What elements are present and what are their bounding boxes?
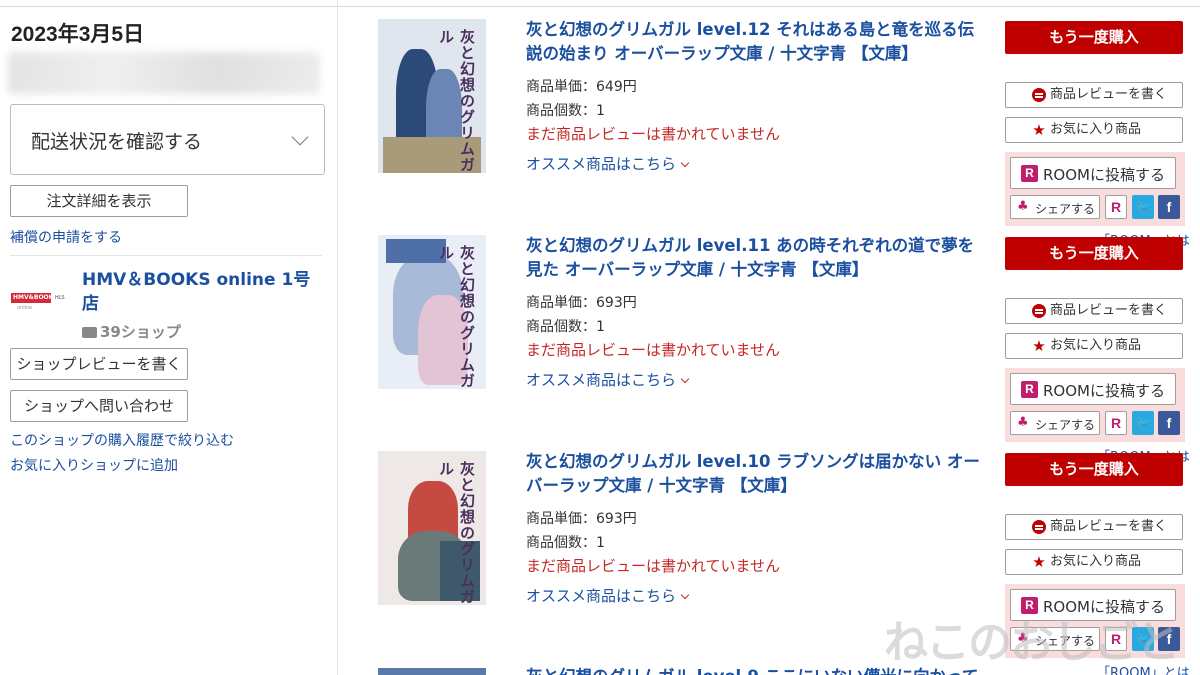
shipping-status-dropdown[interactable]: 配送状況を確認する — [10, 104, 325, 175]
book-cover[interactable]: 灰と幻想のグリムガル — [378, 235, 486, 389]
write-review-button[interactable]: 商品レビューを書く — [1005, 514, 1183, 540]
quantity: 商品個数：1 — [526, 319, 605, 335]
cover-title: 灰と幻想のグリムガル — [437, 245, 476, 389]
chevron-down-icon — [680, 374, 690, 384]
book-cover-partial[interactable] — [378, 668, 486, 675]
truck-icon — [82, 327, 97, 338]
room-post-button[interactable]: R ROOMに投稿する — [1010, 157, 1176, 189]
chevron-down-icon — [291, 128, 309, 146]
compensation-link[interactable]: 補償の申請をする — [10, 227, 122, 247]
speech-bubble-icon — [1032, 520, 1046, 534]
shop-stat: 39ショップ — [82, 321, 181, 342]
write-review-label: 商品レビューを書く — [1050, 87, 1168, 102]
share-label: シェアする — [1035, 202, 1096, 216]
room-icon: R — [1021, 381, 1038, 398]
room-post-button[interactable]: R ROOMに投稿する — [1010, 373, 1176, 405]
write-review-label: 商品レビューを書く — [1050, 303, 1168, 318]
facebook-icon[interactable]: f — [1158, 195, 1180, 219]
write-review-button[interactable]: 商品レビューを書く — [1005, 298, 1183, 324]
recommend-link[interactable]: オススメ商品はこちら — [526, 153, 690, 174]
room-post-label: ROOMに投稿する — [1043, 166, 1165, 184]
twitter-icon[interactable]: 🐦 — [1132, 195, 1154, 219]
cover-title: 灰と幻想のグリムガル — [437, 29, 476, 173]
share-button[interactable]: ♣ シェアする — [1010, 411, 1100, 435]
site-watermark: ねこのおしごと — [884, 617, 1180, 668]
room-share-icon[interactable]: R — [1105, 195, 1127, 219]
star-icon: ★ — [1032, 337, 1046, 355]
favorite-item-label: お気に入り商品 — [1050, 338, 1142, 353]
shop-name-link[interactable]: HMV＆BOOKS online 1号店 — [82, 268, 312, 316]
recommend-link[interactable]: オススメ商品はこちら — [526, 585, 690, 606]
write-review-button[interactable]: 商品レビューを書く — [1005, 82, 1183, 108]
share-label: シェアする — [1035, 418, 1096, 432]
write-review-label: 商品レビューを書く — [1050, 519, 1168, 534]
order-date: 2023年3月5日 — [11, 23, 145, 46]
shop-logo-sub: online — [17, 305, 33, 311]
room-post-label: ROOMに投稿する — [1043, 382, 1165, 400]
unit-price: 商品単価：649円 — [526, 79, 637, 95]
no-review-notice: まだ商品レビューは書かれていません — [526, 557, 781, 575]
add-favorite-shop-link[interactable]: お気に入りショップに追加 — [10, 455, 178, 475]
order-sidebar: 2023年3月5日 配送状況を確認する 注文詳細を表示 補償の申請をする HMV… — [0, 0, 338, 675]
quantity: 商品個数：1 — [526, 103, 605, 119]
share-people-icon: ♣ — [1017, 199, 1029, 214]
shop-stat-text: 39ショップ — [100, 323, 181, 341]
favorite-item-button[interactable]: ★ お気に入り商品 — [1005, 333, 1183, 359]
item-title-link[interactable]: 灰と幻想のグリムガル level.10 ラブソングは届かない オーバーラップ文庫… — [526, 450, 988, 498]
speech-bubble-icon — [1032, 304, 1046, 318]
shop-contact-button[interactable]: ショップへ問い合わせ — [10, 390, 188, 422]
recommend-label: オススメ商品はこちら — [526, 155, 677, 173]
chevron-down-icon — [680, 158, 690, 168]
share-button[interactable]: ♣ シェアする — [1010, 195, 1100, 219]
rebuy-button[interactable]: もう一度購入 — [1005, 21, 1183, 54]
order-item: 灰と幻想のグリムガル 灰と幻想のグリムガル level.11 あの時それぞれの道… — [378, 234, 1190, 465]
item-title-link[interactable]: 灰と幻想のグリムガル level.12 それはある島と竜を巡る伝説の始まり オー… — [526, 18, 988, 66]
room-share-icon[interactable]: R — [1105, 411, 1127, 435]
twitter-icon[interactable]: 🐦 — [1132, 411, 1154, 435]
chevron-down-icon — [680, 590, 690, 600]
recommend-link[interactable]: オススメ商品はこちら — [526, 369, 690, 390]
room-panel: R ROOMに投稿する ♣ シェアする R 🐦 f — [1005, 368, 1185, 442]
cover-title: 灰と幻想のグリムガル — [437, 461, 476, 605]
order-item: 灰と幻想のグリムガル 灰と幻想のグリムガル level.12 それはある島と竜を… — [378, 18, 1190, 249]
order-detail-button[interactable]: 注文詳細を表示 — [10, 185, 188, 217]
favorite-item-button[interactable]: ★ お気に入り商品 — [1005, 117, 1183, 143]
star-icon: ★ — [1032, 553, 1046, 571]
favorite-item-label: お気に入り商品 — [1050, 554, 1142, 569]
no-review-notice: まだ商品レビューは書かれていません — [526, 341, 781, 359]
speech-bubble-icon — [1032, 88, 1046, 102]
share-people-icon: ♣ — [1017, 415, 1029, 430]
no-review-notice: まだ商品レビューは書かれていません — [526, 125, 781, 143]
shop-history-filter-link[interactable]: このショップの購入履歴で絞り込む — [10, 430, 234, 450]
item-title-link[interactable]: 灰と幻想のグリムガル level.11 あの時それぞれの道で夢を見た オーバーラ… — [526, 234, 988, 282]
room-icon: R — [1021, 165, 1038, 182]
rebuy-button[interactable]: もう一度購入 — [1005, 453, 1183, 486]
sidebar-divider — [10, 255, 322, 256]
quantity: 商品個数：1 — [526, 535, 605, 551]
shop-logo[interactable]: HMV&BOOKS online HLS — [11, 287, 71, 317]
shipping-status-label: 配送状況を確認する — [31, 131, 203, 153]
shop-logo-side: HLS — [55, 295, 65, 301]
room-panel: R ROOMに投稿する ♣ シェアする R 🐦 f — [1005, 152, 1185, 226]
unit-price: 商品単価：693円 — [526, 295, 637, 311]
shop-logo-text: HMV&BOOKS — [13, 294, 58, 301]
rebuy-button[interactable]: もう一度購入 — [1005, 237, 1183, 270]
favorite-item-button[interactable]: ★ お気に入り商品 — [1005, 549, 1183, 575]
recommend-label: オススメ商品はこちら — [526, 371, 677, 389]
unit-price: 商品単価：693円 — [526, 511, 637, 527]
favorite-item-label: お気に入り商品 — [1050, 122, 1142, 137]
redacted-order-info — [8, 52, 320, 94]
shop-review-button[interactable]: ショップレビューを書く — [10, 348, 188, 380]
book-cover[interactable]: 灰と幻想のグリムガル — [378, 19, 486, 173]
recommend-label: オススメ商品はこちら — [526, 587, 677, 605]
star-icon: ★ — [1032, 121, 1046, 139]
facebook-icon[interactable]: f — [1158, 411, 1180, 435]
book-cover[interactable]: 灰と幻想のグリムガル — [378, 451, 486, 605]
